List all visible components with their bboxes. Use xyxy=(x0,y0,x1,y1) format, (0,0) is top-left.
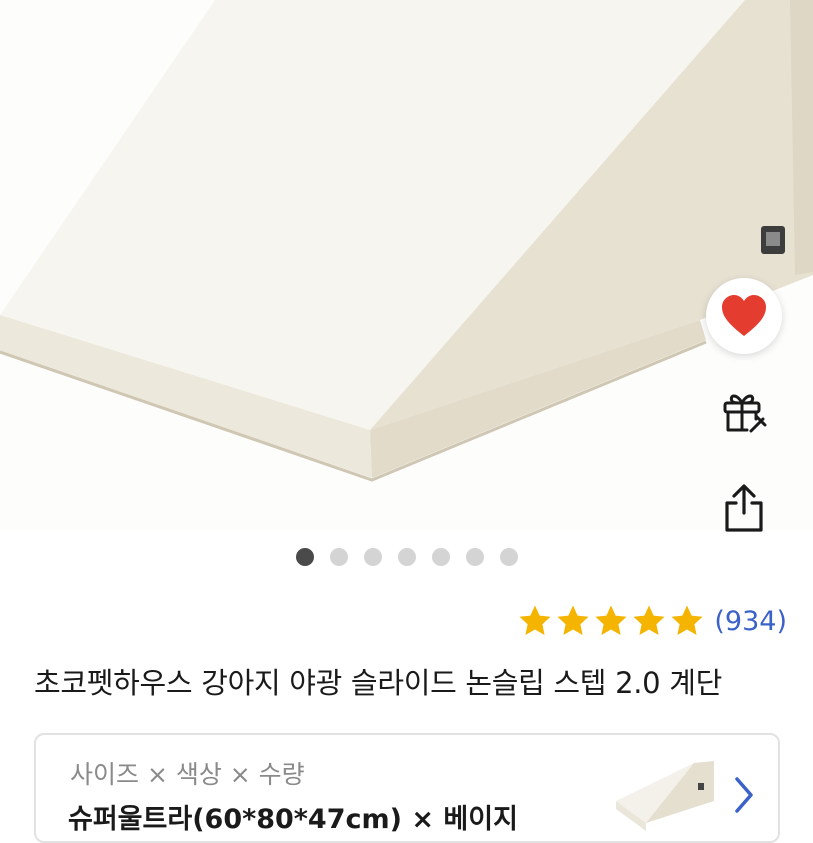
carousel-dot[interactable] xyxy=(466,548,484,566)
carousel-dot[interactable] xyxy=(398,548,416,566)
carousel-dot[interactable] xyxy=(500,548,518,566)
product-title: 초코펫하우스 강아지 야광 슬라이드 논슬립 스텝 2.0 계단 xyxy=(34,666,723,700)
carousel-dot[interactable] xyxy=(432,548,450,566)
carousel-dot[interactable] xyxy=(296,548,314,566)
option-value: 슈퍼울트라(60*80*47cm) × 베이지 xyxy=(68,804,518,835)
carousel-dot[interactable] xyxy=(364,548,382,566)
gift-button[interactable] xyxy=(718,386,770,438)
product-image[interactable] xyxy=(0,0,813,530)
gift-icon xyxy=(723,394,767,433)
share-icon xyxy=(725,484,763,532)
rating[interactable]: (934) xyxy=(518,604,787,638)
option-selector[interactable]: 사이즈 × 색상 × 수량 슈퍼울트라(60*80*47cm) × 베이지 xyxy=(34,733,780,843)
star-icon xyxy=(557,605,589,635)
carousel-dot[interactable] xyxy=(330,548,348,566)
share-button[interactable] xyxy=(718,480,770,536)
option-label: 사이즈 × 색상 × 수량 xyxy=(70,760,305,789)
step-ramp-image xyxy=(0,0,813,482)
star-icon xyxy=(595,605,627,635)
option-thumbnail xyxy=(616,761,714,831)
favorite-button[interactable] xyxy=(706,278,782,354)
star-rating xyxy=(518,604,704,638)
review-count[interactable]: (934) xyxy=(714,606,787,637)
star-icon xyxy=(633,605,665,635)
heart-icon xyxy=(722,295,766,336)
star-icon xyxy=(519,605,551,635)
chevron-right-icon[interactable] xyxy=(730,775,758,815)
carousel-pagination xyxy=(296,548,518,568)
star-icon xyxy=(671,605,703,635)
side-actions xyxy=(706,278,782,548)
